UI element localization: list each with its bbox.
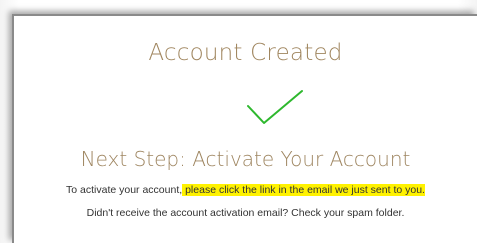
instruction-prefix: To activate your account, (66, 184, 183, 196)
confirmation-card: Account Created Next Step: Activate Your… (12, 14, 477, 243)
next-step-heading: Next Step: Activate Your Account (80, 147, 411, 171)
account-created-title: Account Created (148, 40, 343, 66)
activation-instruction: To activate your account, please click t… (14, 183, 477, 197)
highlighted-instruction: please click the link in the email we ju… (182, 184, 425, 196)
spam-folder-note: Didn't receive the account activation em… (86, 207, 405, 219)
checkmark-icon (247, 90, 303, 124)
